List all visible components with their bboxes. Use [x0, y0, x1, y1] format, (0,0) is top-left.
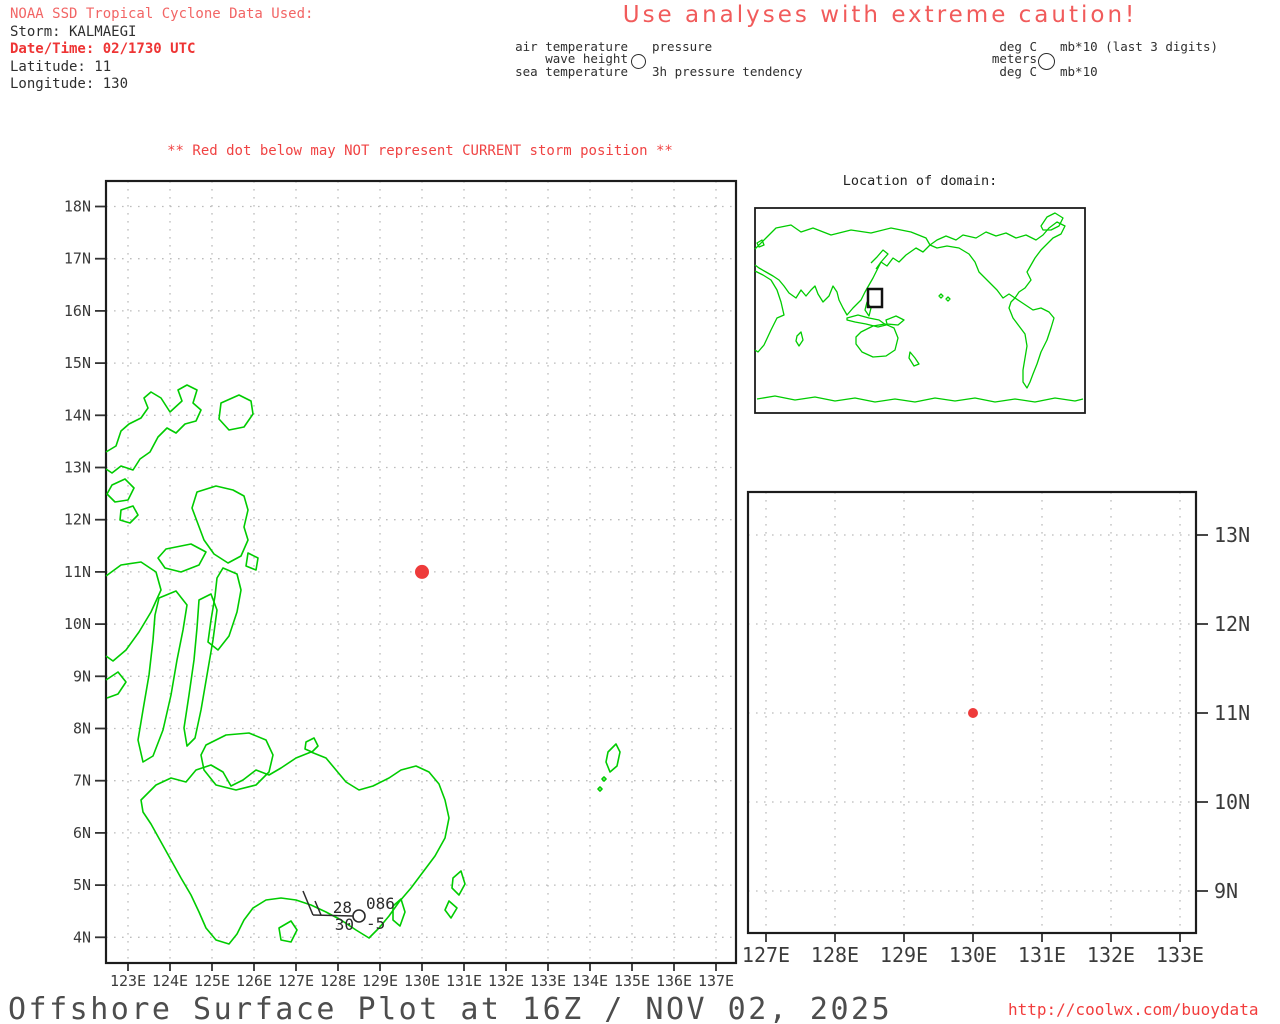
lon-tick-label: 127E [278, 972, 314, 990]
lon-tick-label: 133E [1156, 943, 1204, 967]
lon-tick-label: 134E [572, 972, 608, 990]
coastline [279, 921, 297, 942]
inset-title: Location of domain: [755, 173, 1085, 189]
lat-tick-label: 8N [73, 720, 91, 738]
lon-tick-label: 128E [320, 972, 356, 990]
world-coastline [909, 352, 919, 366]
coastline [445, 901, 457, 918]
station-circle-icon [631, 54, 646, 69]
world-coastline [755, 271, 784, 352]
coastline [598, 787, 602, 791]
main-map: 123E 124E 125E 126E 127E 128E 129E 130E 131E 132E… [0, 140, 760, 1000]
lon-tick-label: 132E [1087, 943, 1135, 967]
lat-tick-label: 11N [1214, 701, 1250, 725]
lon-tick-label: 125E [194, 972, 230, 990]
lat-tick-label: 4N [73, 928, 91, 946]
header-source-line: NOAA SSD Tropical Cyclone Data Used: [10, 6, 313, 24]
header-datetime-line: Date/Time: 02/1730 UTC [10, 41, 195, 59]
inset-border [755, 208, 1085, 413]
world-coastline [946, 297, 950, 301]
station-legend-fields-right: pressure 3h pressure tendency [652, 41, 803, 78]
world-coastline [757, 396, 1083, 402]
world-inset-map [740, 195, 1100, 425]
lat-tick-label: 13N [1214, 523, 1250, 547]
world-coastline [930, 222, 1065, 298]
coastline [106, 385, 201, 473]
caution-banner: Use analyses with extreme caution! [600, 2, 1160, 28]
lat-tick-label: 10N [1214, 790, 1250, 814]
coastline [246, 553, 258, 570]
world-coastline [886, 316, 904, 325]
coastline [120, 506, 138, 523]
coastline [602, 777, 606, 781]
units-circle-icon [1038, 53, 1055, 70]
world-coastline [1041, 213, 1063, 230]
lat-tick-label: 9N [73, 667, 91, 685]
world-coastline [856, 324, 898, 357]
lon-tick-label: 128E [811, 943, 859, 967]
lon-tick-label: 130E [949, 943, 997, 967]
lon-tick-label: 136E [656, 972, 692, 990]
lon-tick-label: 131E [446, 972, 482, 990]
lat-tick-label: 10N [64, 615, 91, 633]
domain-rectangle [868, 289, 882, 307]
lon-tick-label: 135E [614, 972, 650, 990]
lon-tick-label: 131E [1018, 943, 1066, 967]
lat-tick-label: 16N [64, 302, 91, 320]
lon-tick-label: 132E [488, 972, 524, 990]
coastline [219, 395, 253, 430]
station-circle [353, 910, 365, 922]
units-legend-right: mb*10 (last 3 digits) mb*10 [1060, 41, 1218, 78]
units-legend-left: deg C meters deg C [940, 41, 1037, 78]
lat-tick-label: 13N [64, 459, 91, 477]
lon-tick-label: 130E [404, 972, 440, 990]
world-coastline [939, 294, 943, 298]
lat-tick-label: 5N [73, 876, 91, 894]
coastline [606, 744, 620, 772]
coastline [192, 486, 248, 563]
lat-tick-label: 14N [64, 406, 91, 424]
lon-tick-label: 133E [530, 972, 566, 990]
lat-tick-label: 9N [1214, 879, 1238, 903]
storm-position-dot [968, 708, 978, 718]
zoom-map: 127E 128E 129E 130E 131E 132E 133E 13N 12N 11N 10N… [730, 470, 1280, 980]
lon-tick-label: 127E [742, 943, 790, 967]
lat-tick-label: 7N [73, 772, 91, 790]
lat-tick-label: 12N [64, 511, 91, 529]
plot-title: Offshore Surface Plot at 16Z / NOV 02, 2… [8, 992, 892, 1024]
lat-tick-label: 12N [1214, 612, 1250, 636]
station-pressure: 086 [366, 894, 395, 913]
lon-tick-label: 123E [110, 972, 146, 990]
coastline [452, 871, 465, 895]
world-coastline [796, 332, 803, 346]
lat-tick-label: 11N [64, 563, 91, 581]
lon-tick-label: 129E [880, 943, 928, 967]
lat-tick-label: 18N [64, 198, 91, 216]
storm-position-dot [415, 565, 429, 579]
offshore-surface-plot-page: NOAA SSD Tropical Cyclone Data Used: Sto… [0, 0, 1280, 1024]
lon-tick-label: 129E [362, 972, 398, 990]
header-latitude-line: Latitude: 11 [10, 59, 111, 77]
lon-tick-label: 126E [236, 972, 272, 990]
coastline [305, 738, 318, 752]
station-legend-fields-left: air temperature wave height sea temperat… [450, 41, 628, 78]
station-pressure-tendency: -5 [366, 914, 385, 933]
coastline [107, 479, 134, 502]
lat-tick-label: 17N [64, 250, 91, 268]
station-sea-temp: 30 [335, 915, 354, 934]
lat-tick-label: 6N [73, 824, 91, 842]
world-coastline [1009, 298, 1054, 388]
header-storm-line: Storm: KALMAEGI [10, 24, 136, 42]
lon-tick-label: 137E [698, 972, 734, 990]
lat-tick-label: 15N [64, 354, 91, 372]
source-url-link[interactable]: http://coolwx.com/buoydata [1008, 1000, 1258, 1019]
header-longitude-line: Longitude: 130 [10, 76, 128, 94]
coastline [158, 544, 206, 572]
lon-tick-label: 124E [152, 972, 188, 990]
